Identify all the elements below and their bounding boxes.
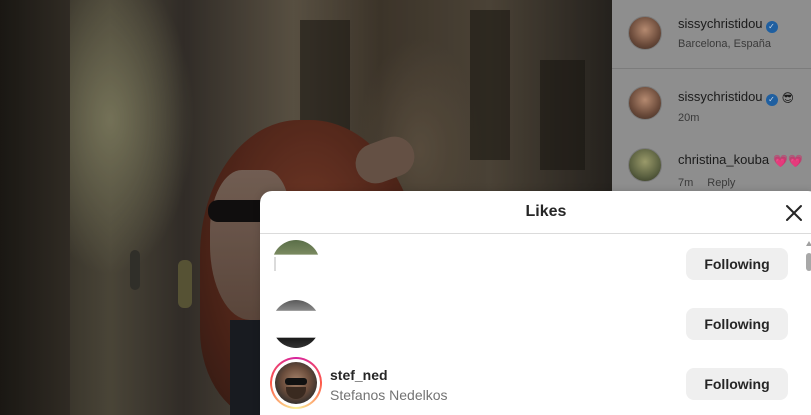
comment-text: 😎 (781, 91, 795, 105)
list-item: Following (260, 234, 811, 294)
list-item: Following (260, 294, 811, 354)
dialog-header: Likes (260, 191, 811, 234)
verified-badge-icon: ✓ (765, 94, 778, 106)
scroll-up-arrow-icon[interactable] (806, 241, 811, 246)
scroll-thumb[interactable] (806, 253, 811, 271)
avatar[interactable] (628, 16, 662, 50)
avatar[interactable] (628, 148, 662, 182)
close-icon (786, 205, 802, 221)
placeholder-bar (274, 257, 276, 271)
post-location[interactable]: Barcelona, España (678, 38, 771, 50)
list-item: stef_ned Stefanos Nedelkos Following (260, 354, 811, 414)
username-text[interactable]: sissychristidou (678, 16, 763, 31)
avatar[interactable] (272, 240, 320, 288)
story-ring[interactable] (270, 357, 322, 409)
comment-timestamp: 7m (678, 177, 694, 189)
comment-meta: 7m Reply (678, 177, 735, 189)
divider (612, 68, 811, 69)
verified-badge-icon: ✓ (765, 21, 778, 33)
close-button[interactable] (782, 201, 806, 225)
following-button[interactable]: Following (686, 248, 788, 280)
avatar-sunglasses (285, 378, 307, 385)
comment-timestamp: 20m (678, 112, 700, 124)
avatar[interactable] (628, 86, 662, 120)
dialog-title: Likes (525, 203, 567, 220)
avatar-beard (286, 387, 306, 399)
comment-username[interactable]: sissychristidou ✓ 😎 (678, 89, 794, 106)
likes-dialog: Likes Following Following stef_ned Stefa… (260, 191, 811, 415)
username-text[interactable]: christina_kouba (678, 152, 769, 167)
following-button[interactable]: Following (686, 368, 788, 400)
post-author-username[interactable]: sissychristidou ✓ (678, 16, 778, 33)
avatar[interactable] (272, 300, 320, 348)
reply-button[interactable]: Reply (707, 177, 735, 189)
scrollbar[interactable] (806, 241, 811, 415)
row-username[interactable]: stef_ned (330, 367, 388, 383)
avatar (275, 362, 317, 404)
username-text[interactable]: sissychristidou (678, 89, 763, 104)
comment-text: 💗💗 (773, 154, 803, 168)
story-ring-inner (272, 359, 320, 407)
row-full-name: Stefanos Nedelkos (330, 387, 448, 403)
following-button[interactable]: Following (686, 308, 788, 340)
comment-username[interactable]: christina_kouba 💗💗 (678, 152, 803, 168)
